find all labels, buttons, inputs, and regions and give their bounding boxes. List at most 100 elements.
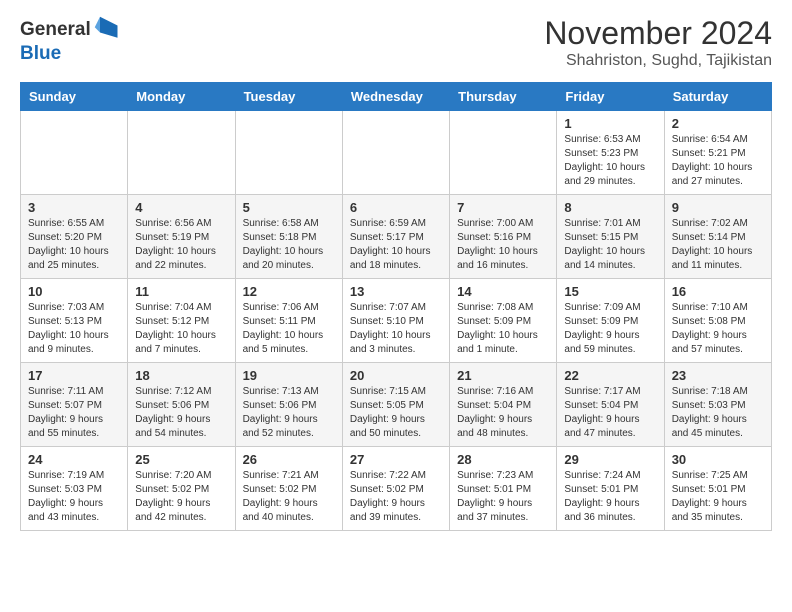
day-number: 15 (564, 284, 656, 299)
week-row-0: 1 Sunrise: 6:53 AMSunset: 5:23 PMDaylight… (21, 111, 772, 195)
logo-blue: Blue (20, 44, 61, 63)
day-number: 11 (135, 284, 227, 299)
calendar-cell-0-4 (450, 111, 557, 195)
day-info: Sunrise: 7:09 AMSunset: 5:09 PMDaylight:… (564, 301, 656, 357)
day-info: Sunrise: 6:56 AMSunset: 5:19 PMDaylight:… (135, 217, 227, 273)
calendar-cell-1-6: 9 Sunrise: 7:02 AMSunset: 5:14 PMDaylight… (664, 195, 771, 279)
calendar-cell-4-1: 25 Sunrise: 7:20 AMSunset: 5:02 PMDayligh… (128, 447, 235, 531)
logo-icon (93, 15, 121, 43)
day-info: Sunrise: 6:53 AMSunset: 5:23 PMDaylight:… (564, 133, 656, 189)
calendar-cell-1-5: 8Sunrise: 7:01 AMSunset: 5:15 PMDaylight… (557, 195, 664, 279)
day-number: 20 (350, 368, 442, 383)
day-number: 26 (243, 452, 335, 467)
week-row-3: 17 Sunrise: 7:11 AMSunset: 5:07 PMDayligh… (21, 363, 772, 447)
day-info: Sunrise: 7:23 AMSunset: 5:01 PMDaylight:… (457, 469, 549, 525)
day-number: 29 (564, 452, 656, 467)
day-info: Sunrise: 7:18 AMSunset: 5:03 PMDaylight:… (672, 385, 764, 441)
day-info: Sunrise: 7:11 AMSunset: 5:07 PMDaylight:… (28, 385, 120, 441)
calendar-cell-4-6: 30 Sunrise: 7:25 AMSunset: 5:01 PMDayligh… (664, 447, 771, 531)
day-info: Sunrise: 7:21 AMSunset: 5:02 PMDaylight:… (243, 469, 335, 525)
calendar-cell-4-4: 28 Sunrise: 7:23 AMSunset: 5:01 PMDayligh… (450, 447, 557, 531)
day-number: 17 (28, 368, 120, 383)
calendar: Sunday Monday Tuesday Wednesday Thursday… (20, 82, 772, 531)
day-info: Sunrise: 7:25 AMSunset: 5:01 PMDaylight:… (672, 469, 764, 525)
calendar-cell-1-1: 4Sunrise: 6:56 AMSunset: 5:19 PMDaylight… (128, 195, 235, 279)
day-info: Sunrise: 7:02 AMSunset: 5:14 PMDaylight:… (672, 217, 764, 273)
calendar-header-row: Sunday Monday Tuesday Wednesday Thursday… (21, 83, 772, 111)
day-number: 12 (243, 284, 335, 299)
calendar-cell-4-5: 29 Sunrise: 7:24 AMSunset: 5:01 PMDayligh… (557, 447, 664, 531)
day-number: 27 (350, 452, 442, 467)
calendar-cell-3-3: 20 Sunrise: 7:15 AMSunset: 5:05 PMDayligh… (342, 363, 449, 447)
calendar-cell-0-6: 2Sunrise: 6:54 AMSunset: 5:21 PMDaylight… (664, 111, 771, 195)
day-info: Sunrise: 6:58 AMSunset: 5:18 PMDaylight:… (243, 217, 335, 273)
page: General Blue November 2024 Shahriston, S… (0, 0, 792, 612)
calendar-cell-4-0: 24 Sunrise: 7:19 AMSunset: 5:03 PMDayligh… (21, 447, 128, 531)
day-number: 8 (564, 200, 656, 215)
day-number: 9 (672, 200, 764, 215)
calendar-cell-1-4: 7 Sunrise: 7:00 AMSunset: 5:16 PMDaylight… (450, 195, 557, 279)
day-number: 1 (564, 116, 656, 131)
day-info: Sunrise: 7:10 AMSunset: 5:08 PMDaylight:… (672, 301, 764, 357)
calendar-cell-3-1: 18Sunrise: 7:12 AMSunset: 5:06 PMDayligh… (128, 363, 235, 447)
header-saturday: Saturday (664, 83, 771, 111)
day-number: 13 (350, 284, 442, 299)
header-friday: Friday (557, 83, 664, 111)
day-info: Sunrise: 7:16 AMSunset: 5:04 PMDaylight:… (457, 385, 549, 441)
calendar-cell-4-3: 27 Sunrise: 7:22 AMSunset: 5:02 PMDayligh… (342, 447, 449, 531)
calendar-cell-2-1: 11 Sunrise: 7:04 AMSunset: 5:12 PMDayligh… (128, 279, 235, 363)
day-info: Sunrise: 7:20 AMSunset: 5:02 PMDaylight:… (135, 469, 227, 525)
calendar-cell-1-0: 3 Sunrise: 6:55 AMSunset: 5:20 PMDaylight… (21, 195, 128, 279)
day-info: Sunrise: 7:24 AMSunset: 5:01 PMDaylight:… (564, 469, 656, 525)
title-section: November 2024 Shahriston, Sughd, Tajikis… (544, 15, 772, 70)
day-info: Sunrise: 6:55 AMSunset: 5:20 PMDaylight:… (28, 217, 120, 273)
day-number: 6 (350, 200, 442, 215)
calendar-cell-2-3: 13 Sunrise: 7:07 AMSunset: 5:10 PMDayligh… (342, 279, 449, 363)
day-info: Sunrise: 7:04 AMSunset: 5:12 PMDaylight:… (135, 301, 227, 357)
calendar-cell-0-1 (128, 111, 235, 195)
calendar-cell-0-3 (342, 111, 449, 195)
header-thursday: Thursday (450, 83, 557, 111)
day-number: 16 (672, 284, 764, 299)
day-number: 22 (564, 368, 656, 383)
calendar-cell-2-4: 14Sunrise: 7:08 AMSunset: 5:09 PMDayligh… (450, 279, 557, 363)
calendar-cell-3-6: 23 Sunrise: 7:18 AMSunset: 5:03 PMDayligh… (664, 363, 771, 447)
day-number: 28 (457, 452, 549, 467)
header-wednesday: Wednesday (342, 83, 449, 111)
day-info: Sunrise: 7:06 AMSunset: 5:11 PMDaylight:… (243, 301, 335, 357)
calendar-cell-1-3: 6Sunrise: 6:59 AMSunset: 5:17 PMDaylight… (342, 195, 449, 279)
day-number: 3 (28, 200, 120, 215)
day-number: 5 (243, 200, 335, 215)
calendar-cell-4-2: 26 Sunrise: 7:21 AMSunset: 5:02 PMDayligh… (235, 447, 342, 531)
week-row-2: 10Sunrise: 7:03 AMSunset: 5:13 PMDayligh… (21, 279, 772, 363)
logo-general: General (20, 20, 91, 39)
header: General Blue November 2024 Shahriston, S… (20, 15, 772, 70)
day-number: 23 (672, 368, 764, 383)
logo: General Blue (20, 15, 121, 63)
calendar-cell-0-0 (21, 111, 128, 195)
day-info: Sunrise: 7:08 AMSunset: 5:09 PMDaylight:… (457, 301, 549, 357)
day-info: Sunrise: 7:17 AMSunset: 5:04 PMDaylight:… (564, 385, 656, 441)
month-title: November 2024 (544, 15, 772, 52)
header-monday: Monday (128, 83, 235, 111)
calendar-cell-0-2 (235, 111, 342, 195)
day-number: 7 (457, 200, 549, 215)
header-sunday: Sunday (21, 83, 128, 111)
day-info: Sunrise: 7:15 AMSunset: 5:05 PMDaylight:… (350, 385, 442, 441)
day-info: Sunrise: 7:19 AMSunset: 5:03 PMDaylight:… (28, 469, 120, 525)
day-info: Sunrise: 6:54 AMSunset: 5:21 PMDaylight:… (672, 133, 764, 189)
day-info: Sunrise: 7:22 AMSunset: 5:02 PMDaylight:… (350, 469, 442, 525)
week-row-4: 24 Sunrise: 7:19 AMSunset: 5:03 PMDayligh… (21, 447, 772, 531)
calendar-cell-3-0: 17 Sunrise: 7:11 AMSunset: 5:07 PMDayligh… (21, 363, 128, 447)
calendar-cell-3-4: 21Sunrise: 7:16 AMSunset: 5:04 PMDayligh… (450, 363, 557, 447)
day-info: Sunrise: 7:12 AMSunset: 5:06 PMDaylight:… (135, 385, 227, 441)
day-info: Sunrise: 7:07 AMSunset: 5:10 PMDaylight:… (350, 301, 442, 357)
calendar-cell-2-0: 10Sunrise: 7:03 AMSunset: 5:13 PMDayligh… (21, 279, 128, 363)
day-number: 25 (135, 452, 227, 467)
calendar-cell-1-2: 5 Sunrise: 6:58 AMSunset: 5:18 PMDaylight… (235, 195, 342, 279)
day-info: Sunrise: 7:00 AMSunset: 5:16 PMDaylight:… (457, 217, 549, 273)
day-number: 30 (672, 452, 764, 467)
header-tuesday: Tuesday (235, 83, 342, 111)
day-number: 24 (28, 452, 120, 467)
week-row-1: 3 Sunrise: 6:55 AMSunset: 5:20 PMDaylight… (21, 195, 772, 279)
